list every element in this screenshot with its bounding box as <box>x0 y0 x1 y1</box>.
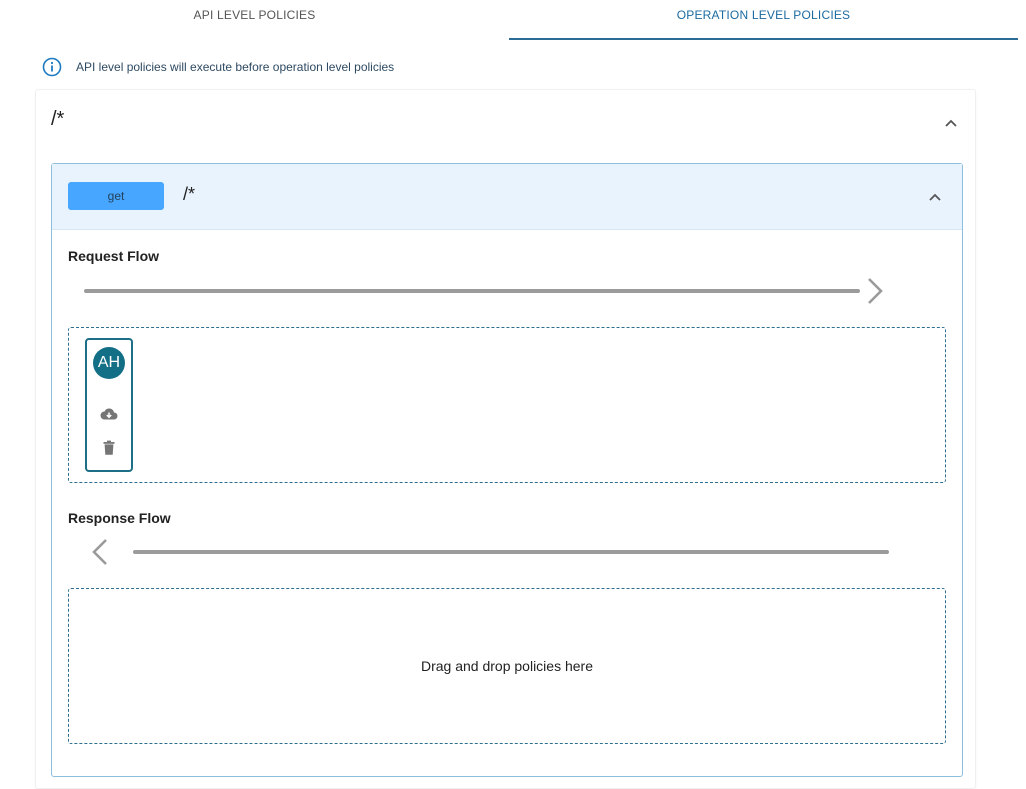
dropzone-placeholder: Drag and drop policies here <box>421 658 593 674</box>
response-flow-label: Response Flow <box>68 510 171 526</box>
http-verb-badge[interactable]: get <box>68 182 164 210</box>
request-flow-line <box>84 289 860 293</box>
policy-avatar: AH <box>93 347 125 379</box>
response-flow-line <box>133 550 889 554</box>
request-flow-dropzone[interactable]: AH <box>68 327 946 483</box>
tab-api-level-policies[interactable]: API LEVEL POLICIES <box>0 0 509 38</box>
tab-operation-level-policies[interactable]: OPERATION LEVEL POLICIES <box>509 0 1018 40</box>
arrow-left-icon <box>92 539 107 565</box>
cloud-download-icon[interactable] <box>99 404 119 424</box>
policy-tabs: API LEVEL POLICIES OPERATION LEVEL POLIC… <box>0 0 1018 40</box>
policy-card[interactable]: AH <box>85 338 133 472</box>
operation-panel: get /* Request Flow AH Response Flow Dra… <box>51 163 963 777</box>
resource-path: /* <box>51 108 65 130</box>
operation-path: /* <box>183 184 196 204</box>
response-flow-dropzone[interactable]: Drag and drop policies here <box>68 588 946 744</box>
trash-icon[interactable] <box>99 438 119 458</box>
chevron-up-icon[interactable] <box>944 116 958 130</box>
request-flow-label: Request Flow <box>68 248 160 264</box>
chevron-up-icon[interactable] <box>928 190 942 204</box>
info-icon <box>42 57 62 77</box>
operation-header[interactable]: get /* <box>52 164 962 230</box>
info-text: API level policies will execute before o… <box>76 60 395 74</box>
arrow-right-icon <box>868 278 883 304</box>
info-banner: API level policies will execute before o… <box>42 57 394 77</box>
